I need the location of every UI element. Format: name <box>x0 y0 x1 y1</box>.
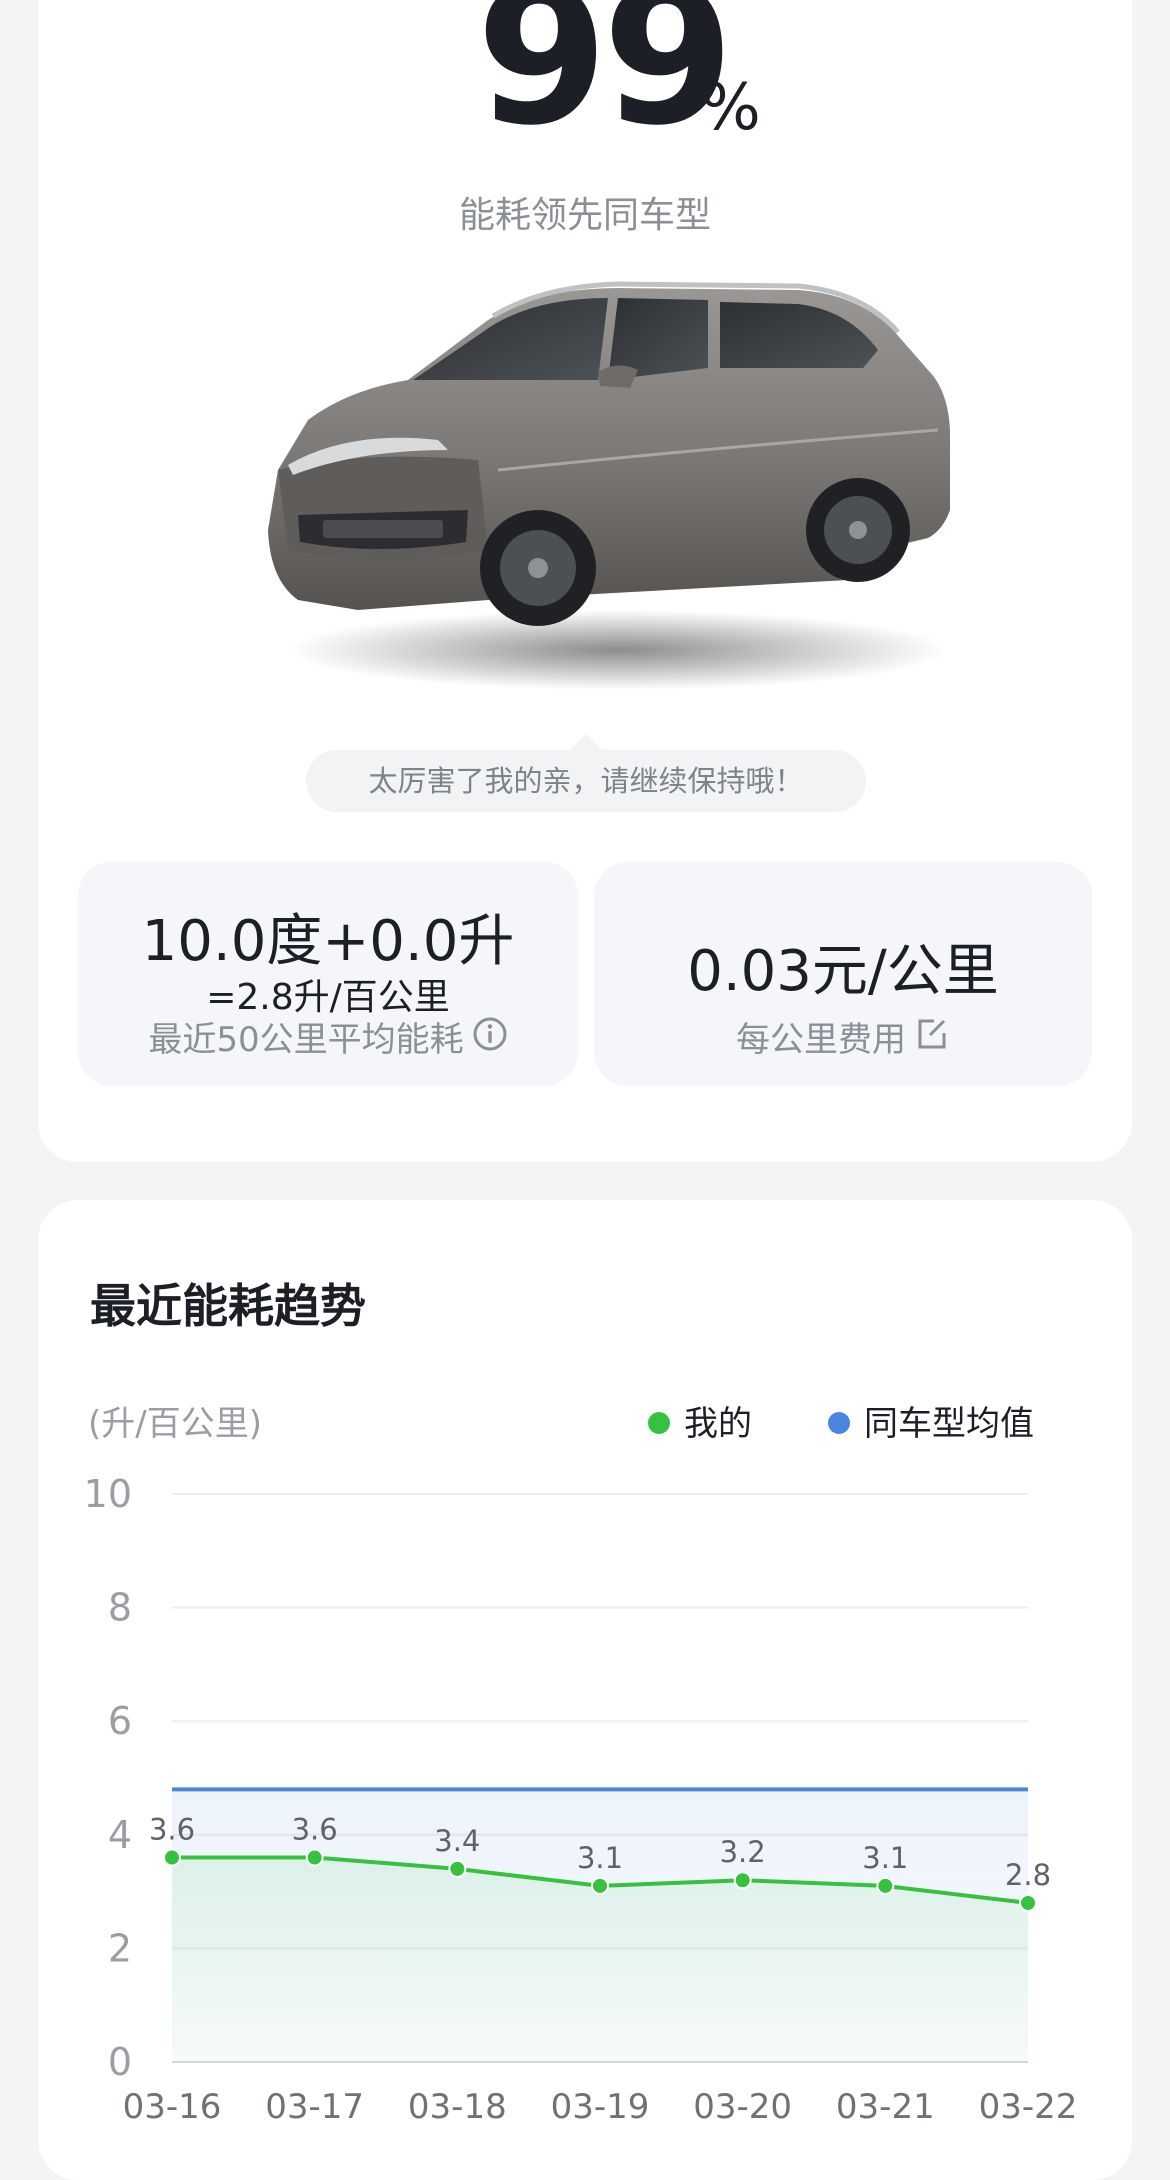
mine-data-point <box>448 1859 467 1878</box>
ranking-percent: 99 % <box>38 0 1132 170</box>
energy-summary-card: 99 % 能耗领先同车型 太厉害了我的亲，请继续保持哦！ 10.0度+0.0升 … <box>38 0 1132 1162</box>
cost-per-km-value: 0.03元/公里 <box>687 939 999 1004</box>
y-tick-label: 6 <box>108 1699 132 1743</box>
ranking-caption: 能耗领先同车型 <box>458 195 711 236</box>
x-tick-label: 03-16 <box>123 2087 222 2127</box>
y-tick-label: 10 <box>84 1472 132 1516</box>
energy-trend-chart: 0 2 4 6 8 10 3.6 3.6 3.4 3.1 3.2 3.1 2.8 03-16 03-17 03… <box>84 1472 1078 2127</box>
edit-icon[interactable] <box>914 1016 950 1061</box>
cost-per-km-label: 每公里费用 <box>736 1020 906 1060</box>
data-label: 3.6 <box>149 1813 195 1847</box>
percent-sign: % <box>700 71 761 145</box>
percent-value: 99 <box>476 0 734 167</box>
cost-label-row: 每公里费用 <box>594 1012 1092 1064</box>
y-tick-label: 0 <box>108 2040 132 2084</box>
mine-data-point <box>163 1848 181 1867</box>
avg-energy-value: 10.0度+0.0升 <box>141 909 515 974</box>
data-label: 2.8 <box>1005 1858 1051 1892</box>
data-label: 3.4 <box>434 1824 480 1858</box>
mine-data-point <box>591 1876 609 1895</box>
bubble-tail <box>570 734 602 750</box>
x-tick-label: 03-19 <box>551 2087 650 2127</box>
mine-data-point <box>305 1848 324 1867</box>
data-label: 3.2 <box>720 1835 766 1869</box>
x-tick-label: 03-22 <box>979 2087 1078 2127</box>
avg-energy-card: 10.0度+0.0升 =2.8升/百公里 最近50公里平均能耗 <box>78 862 578 1086</box>
x-tick-label: 03-21 <box>836 2087 935 2127</box>
x-tick-label: 03-17 <box>265 2087 364 2127</box>
cost-per-km-card[interactable]: 0.03元/公里 每公里费用 <box>594 862 1092 1086</box>
mine-data-point <box>1019 1893 1037 1912</box>
trend-title: 最近能耗趋势 <box>90 1279 366 1333</box>
encouragement-bubble: 太厉害了我的亲，请继续保持哦！ <box>306 750 866 812</box>
x-tick-label: 03-20 <box>693 2087 792 2127</box>
data-label: 3.6 <box>292 1813 338 1847</box>
x-tick-label: 03-18 <box>408 2087 507 2127</box>
mine-data-point <box>876 1876 895 1895</box>
mine-data-point <box>733 1871 752 1890</box>
y-tick-label: 8 <box>108 1586 132 1630</box>
data-label: 3.1 <box>577 1841 623 1875</box>
car-image <box>268 281 950 690</box>
y-tick-label: 2 <box>108 1926 132 1970</box>
avg-energy-label: 最近50公里平均能耗 <box>148 1020 464 1060</box>
data-label: 3.1 <box>862 1841 908 1875</box>
y-tick-label: 4 <box>108 1813 132 1857</box>
info-icon[interactable] <box>472 1016 508 1061</box>
avg-energy-label-row: 最近50公里平均能耗 <box>78 1012 578 1064</box>
